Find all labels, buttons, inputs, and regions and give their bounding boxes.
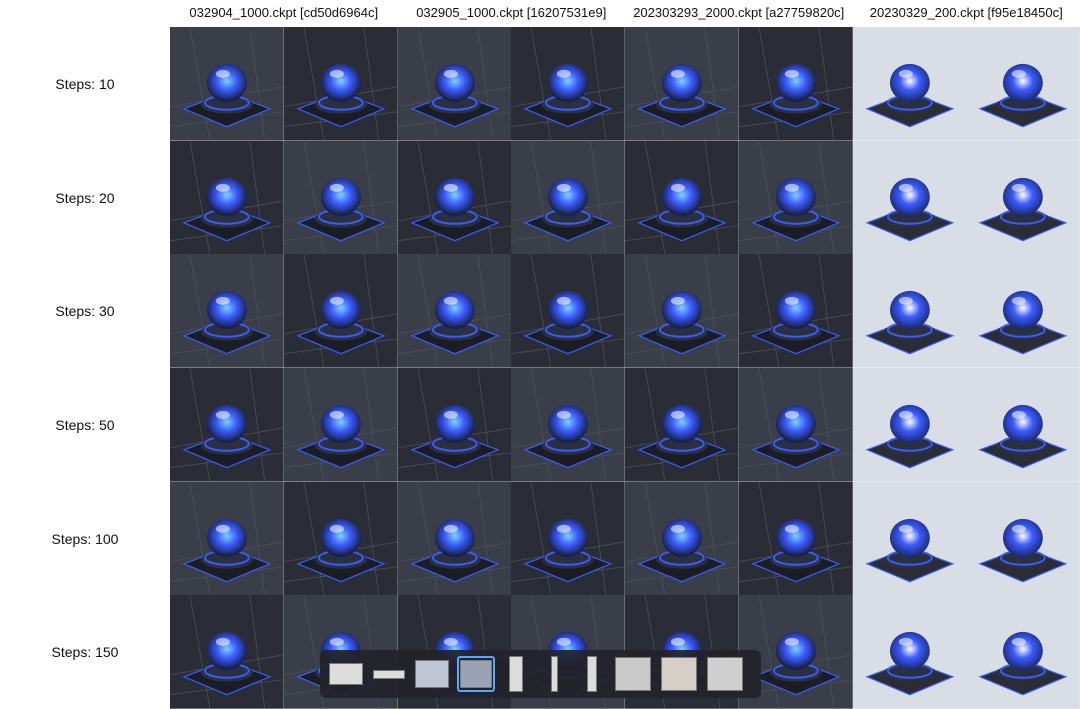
- thumbnail-strip: [320, 650, 761, 698]
- column-header-row: 032904_1000.ckpt [cd50d6964c] 032905_100…: [170, 0, 1080, 26]
- render-tile[interactable]: [852, 140, 967, 255]
- row-label: Steps: 10: [55, 76, 115, 92]
- thumbnail[interactable]: [537, 656, 571, 692]
- render-tile[interactable]: [625, 481, 739, 596]
- render-tile[interactable]: [170, 254, 284, 368]
- render-tile[interactable]: [852, 367, 967, 482]
- render-tile[interactable]: [511, 27, 625, 141]
- render-tile[interactable]: [511, 140, 625, 255]
- render-tile[interactable]: [966, 27, 1080, 141]
- render-tile[interactable]: [966, 254, 1080, 368]
- render-tile[interactable]: [738, 254, 853, 368]
- render-tile[interactable]: [170, 595, 284, 709]
- row-label: Steps: 50: [55, 417, 115, 433]
- thumbnail[interactable]: [659, 656, 699, 692]
- render-tile[interactable]: [397, 254, 512, 368]
- render-tile[interactable]: [511, 481, 625, 596]
- column-header: 032905_1000.ckpt [16207531e9]: [416, 5, 607, 20]
- render-tile[interactable]: [170, 481, 284, 596]
- thumbnail[interactable]: [413, 656, 451, 692]
- render-tile[interactable]: [966, 595, 1080, 709]
- thumbnail[interactable]: [371, 656, 407, 692]
- render-tile[interactable]: [625, 254, 739, 368]
- render-tile[interactable]: [283, 254, 398, 368]
- image-grid: [170, 27, 1080, 709]
- render-tile[interactable]: [852, 254, 967, 368]
- thumbnail[interactable]: [613, 656, 653, 692]
- render-tile[interactable]: [170, 140, 284, 255]
- render-tile[interactable]: [738, 481, 853, 596]
- column-header: 032904_1000.ckpt [cd50d6964c]: [189, 5, 379, 20]
- render-tile[interactable]: [397, 140, 512, 255]
- thumbnail[interactable]: [501, 656, 531, 692]
- render-tile[interactable]: [283, 367, 398, 482]
- render-tile[interactable]: [511, 367, 625, 482]
- row-label: Steps: 20: [55, 190, 115, 206]
- render-tile[interactable]: [625, 27, 739, 141]
- thumbnail-selected[interactable]: [457, 656, 495, 692]
- render-tile[interactable]: [966, 481, 1080, 596]
- render-tile[interactable]: [511, 254, 625, 368]
- render-tile[interactable]: [283, 27, 398, 141]
- render-tile[interactable]: [738, 140, 853, 255]
- render-tile[interactable]: [397, 367, 512, 482]
- render-tile[interactable]: [283, 140, 398, 255]
- render-tile[interactable]: [397, 481, 512, 596]
- render-tile[interactable]: [852, 27, 967, 141]
- render-tile[interactable]: [397, 27, 512, 141]
- render-tile[interactable]: [283, 481, 398, 596]
- render-tile[interactable]: [738, 27, 853, 141]
- thumbnail[interactable]: [705, 656, 745, 692]
- column-header: 202303293_2000.ckpt [a27759820c]: [633, 5, 845, 20]
- thumbnail[interactable]: [577, 656, 607, 692]
- row-label: Steps: 30: [55, 303, 115, 319]
- render-tile[interactable]: [625, 367, 739, 482]
- render-tile[interactable]: [966, 367, 1080, 482]
- row-label: Steps: 100: [51, 531, 119, 547]
- row-labels: Steps: 10 Steps: 20 Steps: 30 Steps: 50 …: [0, 27, 170, 709]
- thumbnail[interactable]: [327, 656, 365, 692]
- render-tile[interactable]: [625, 140, 739, 255]
- render-tile[interactable]: [852, 595, 967, 709]
- column-header: 20230329_200.ckpt [f95e18450c]: [869, 5, 1063, 20]
- render-tile[interactable]: [852, 481, 967, 596]
- row-label: Steps: 150: [51, 644, 119, 660]
- render-tile[interactable]: [966, 140, 1080, 255]
- render-tile[interactable]: [170, 27, 284, 141]
- render-tile[interactable]: [170, 367, 284, 482]
- render-tile[interactable]: [738, 367, 853, 482]
